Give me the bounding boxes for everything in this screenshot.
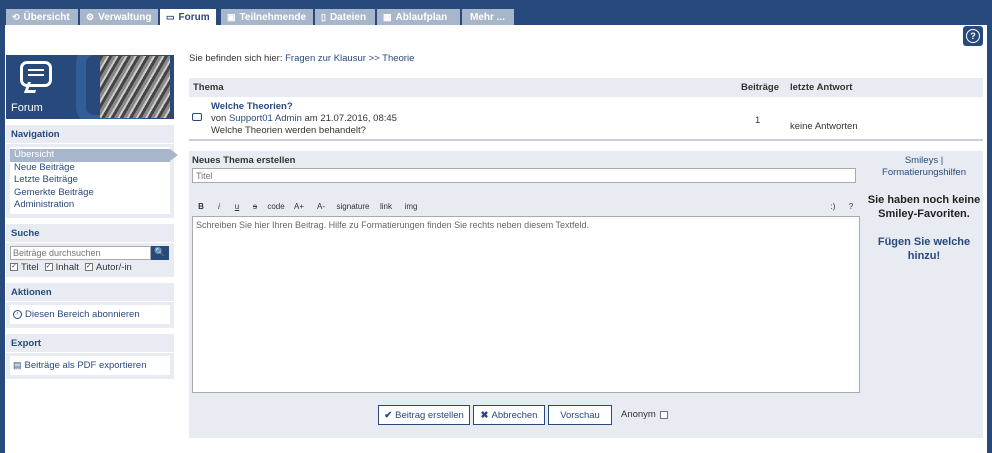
title-input[interactable] — [192, 168, 856, 183]
arrow-circle-icon: › — [13, 309, 22, 319]
forum-icon — [20, 61, 52, 87]
thread-table: Thema Beiträge letzte Antwort Welche The… — [189, 78, 983, 141]
nav-item-uebersicht[interactable]: Übersicht — [10, 149, 178, 162]
actions-box: Aktionen › Diesen Bereich abonnieren — [6, 282, 174, 328]
tab-uebersicht[interactable]: ⟲ Übersicht — [6, 9, 78, 25]
col-beitraege: Beiträge — [740, 82, 779, 93]
font-smaller-button[interactable]: A- — [310, 199, 332, 213]
last-answer: keine Antworten — [790, 121, 858, 132]
actions-heading: Aktionen — [6, 285, 174, 302]
nav-item-administration[interactable]: Administration — [13, 199, 167, 212]
thread-meta: von Support01 Admin am 21.07.2016, 08:45 — [211, 113, 397, 124]
editor-toolbar: B i u s code A+ A- signature link img :)… — [192, 198, 859, 214]
smiley-panel: Smileys | Formatierungshilfen Sie haben … — [865, 151, 983, 282]
export-heading: Export — [6, 336, 174, 353]
anonymous-option[interactable]: Anonym — [621, 409, 668, 420]
checkbox-icon[interactable]: ✓ — [44, 263, 53, 272]
preview-button[interactable]: Vorschau — [548, 405, 612, 425]
forum-image — [100, 56, 170, 118]
new-topic-panel: Neues Thema erstellen B i u s code A+ A-… — [189, 151, 983, 438]
nav-item-letzte-beitraege[interactable]: Letzte Beiträge — [13, 174, 167, 187]
document-icon: ▤ — [13, 359, 22, 370]
table-header: Thema Beiträge letzte Antwort — [189, 78, 983, 97]
tab-ablaufplan[interactable]: ▦ Ablaufplan — [377, 9, 460, 25]
subscribe-link[interactable]: › Diesen Bereich abonnieren — [13, 307, 167, 322]
smiley-empty-message: Sie haben noch keine Smiley-Favoriten. — [867, 194, 981, 220]
people-icon: ▣ — [227, 11, 236, 22]
close-icon: ✖ — [480, 409, 489, 421]
breadcrumb-link-fragen[interactable]: Fragen zur Klausur — [285, 53, 366, 64]
nav-item-neue-beitraege[interactable]: Neue Beiträge — [13, 162, 167, 175]
calendar-icon: ▦ — [383, 11, 392, 22]
checkbox-icon[interactable]: ✓ — [84, 263, 93, 272]
font-larger-button[interactable]: A+ — [288, 199, 310, 213]
tab-label: Teilnehmende — [239, 11, 307, 23]
anonymous-checkbox[interactable] — [659, 410, 668, 419]
check-icon: ✔ — [384, 409, 393, 421]
overview-icon: ⟲ — [12, 11, 20, 22]
gear-icon: ⚙ — [86, 11, 95, 22]
nav-item-gemerkte-beitraege[interactable]: Gemerkte Beiträge — [13, 187, 167, 200]
smiley-button[interactable]: :) — [823, 199, 843, 213]
thread-title-link[interactable]: Welche Theorien? — [211, 101, 293, 112]
top-tab-bar: ⟲ Übersicht ⚙ Verwaltung ▭ Forum ▣ Teiln… — [0, 0, 992, 25]
search-heading: Suche — [6, 226, 174, 243]
author-link[interactable]: Support01 Admin — [229, 113, 302, 124]
signature-button[interactable]: signature — [332, 199, 374, 213]
help-button[interactable]: ? — [843, 199, 859, 213]
create-post-button[interactable]: ✔ Beitrag erstellen — [378, 405, 470, 425]
underline-button[interactable]: u — [228, 199, 246, 213]
navigation-box: Navigation Übersicht Neue Beiträge Letzt… — [6, 125, 178, 218]
tab-label: Forum — [178, 11, 210, 23]
tab-mehr[interactable]: Mehr ... — [462, 9, 514, 25]
bold-button[interactable]: B — [192, 199, 210, 213]
link-button[interactable]: link — [374, 199, 398, 213]
thread-icon — [192, 113, 202, 121]
sidebar: Forum Navigation Übersicht Neue Beiträge… — [6, 55, 178, 379]
help-icon[interactable]: ? — [963, 26, 983, 46]
sidebar-header: Forum — [6, 55, 174, 119]
frame-right — [987, 25, 992, 453]
search-option-inhalt[interactable]: ✓ Inhalt — [44, 262, 79, 273]
tab-teilnehmende[interactable]: ▣ Teilnehmende — [221, 9, 313, 25]
search-icon[interactable]: 🔍 — [151, 245, 169, 260]
forum-icon: ▭ — [166, 11, 175, 22]
strike-button[interactable]: s — [246, 199, 264, 213]
smiley-add-link[interactable]: Fügen Sie welche hinzu! — [865, 235, 983, 263]
table-row: Welche Theorien? von Support01 Admin am … — [189, 97, 983, 141]
col-letzte-antwort: letzte Antwort — [790, 82, 853, 93]
export-box: Export ▤ Beiträge als PDF exportieren — [6, 333, 174, 379]
checkbox-icon[interactable]: ✓ — [10, 263, 18, 272]
search-box: Suche 🔍 ✓Titel ✓Inhalt ✓Autor/-in — [6, 223, 174, 277]
new-topic-heading: Neues Thema erstellen — [192, 155, 296, 166]
tab-forum[interactable]: ▭ Forum — [160, 9, 216, 25]
frame-left — [0, 25, 5, 453]
tab-label: Ablaufplan — [395, 11, 448, 23]
navigation-heading: Navigation — [6, 127, 174, 144]
files-icon: ▯ — [321, 11, 326, 22]
smiley-links[interactable]: Smileys | Formatierungshilfen — [865, 155, 983, 179]
form-actions: ✔ Beitrag erstellen ✖ Abbrechen Vorschau… — [189, 405, 983, 425]
tab-dateien[interactable]: ▯ Dateien — [315, 9, 375, 25]
tab-label: Dateien — [329, 11, 367, 23]
thread-description: Welche Theorien werden behandelt? — [211, 125, 366, 136]
search-input[interactable] — [10, 245, 151, 260]
tab-label: Mehr ... — [470, 11, 506, 23]
breadcrumb-link-theorie[interactable]: Theorie — [382, 53, 414, 64]
tab-label: Übersicht — [23, 11, 70, 23]
export-pdf-link[interactable]: ▤ Beiträge als PDF exportieren — [13, 358, 167, 373]
tab-label: Verwaltung — [98, 11, 152, 23]
post-editor[interactable]: Schreiben Sie hier Ihren Beitrag. Hilfe … — [192, 216, 860, 393]
cancel-button[interactable]: ✖ Abbrechen — [473, 405, 545, 425]
code-button[interactable]: code — [264, 199, 288, 213]
tab-verwaltung[interactable]: ⚙ Verwaltung — [80, 9, 158, 25]
col-thema: Thema — [193, 82, 224, 93]
search-option-autor[interactable]: ✓ Autor/-in — [84, 262, 132, 273]
img-button[interactable]: img — [398, 199, 424, 213]
sidebar-title: Forum — [11, 102, 43, 114]
search-option-titel[interactable]: ✓ Titel — [10, 262, 39, 273]
italic-button[interactable]: i — [210, 199, 228, 213]
post-count: 1 — [755, 115, 761, 126]
breadcrumb: Sie befinden sich hier: Fragen zur Klaus… — [189, 53, 415, 64]
